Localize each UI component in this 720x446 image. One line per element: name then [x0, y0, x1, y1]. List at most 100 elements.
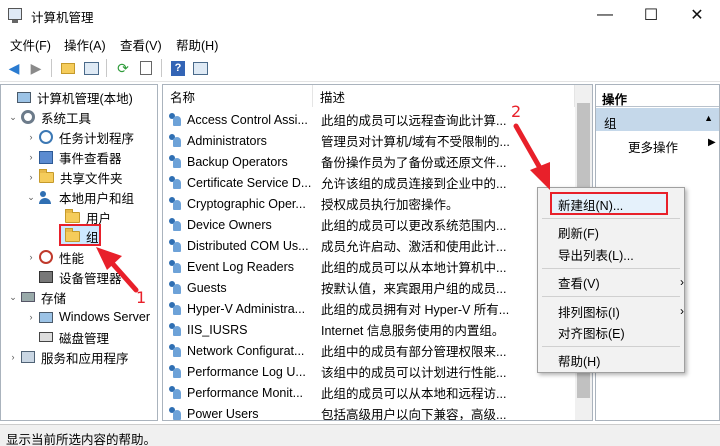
- group-name: Backup Operators: [187, 154, 288, 169]
- help-icon[interactable]: ?: [168, 58, 188, 78]
- table-row[interactable]: Certificate Service D... 允许该组的成员连接到企业中的..…: [163, 172, 506, 193]
- menu-item-refresh[interactable]: 刷新(F): [558, 222, 599, 242]
- menu-help[interactable]: 帮助(H): [176, 35, 218, 54]
- tree-item-storage[interactable]: ⌄ 存储: [7, 287, 66, 307]
- table-row[interactable]: Performance Log U... 该组中的成员可以计划进行性能...: [163, 361, 506, 382]
- group-name: Cryptographic Oper...: [187, 196, 306, 211]
- tree-item-label: Windows Server: [59, 310, 150, 324]
- expand-arrow-icon[interactable]: ›: [7, 352, 19, 362]
- group-name: Distributed COM Us...: [187, 238, 309, 253]
- tree-item-label: 组: [86, 230, 99, 245]
- table-row[interactable]: Device Owners 此组的成员可以更改系统范围内...: [163, 214, 506, 235]
- more-actions-label: 更多操作: [628, 141, 679, 155]
- close-button[interactable]: ✕: [674, 0, 720, 30]
- actions-group-section[interactable]: 组 ▲: [596, 108, 719, 131]
- expand-arrow-icon[interactable]: ›: [25, 252, 37, 262]
- tree-item-label: 性能: [59, 251, 85, 266]
- show-hide-tree-icon[interactable]: [81, 58, 101, 78]
- column-header-description[interactable]: 描述: [313, 85, 575, 107]
- tree-item-shared-folders[interactable]: › 共享文件夹: [25, 167, 123, 187]
- menu-item-view[interactable]: 查看(V) ›: [558, 272, 684, 292]
- menu-item-arrange-icons[interactable]: 排列图标(I) ›: [558, 301, 684, 321]
- submenu-arrow-icon: ›: [680, 304, 684, 318]
- minimize-button[interactable]: —: [582, 0, 628, 30]
- menu-bar: 文件(F) 操作(A) 查看(V) 帮助(H): [0, 31, 720, 53]
- show-hide-action-pane-icon[interactable]: [190, 58, 210, 78]
- menu-item-line-up-icons[interactable]: 对齐图标(E): [558, 322, 625, 342]
- collapse-arrow-icon[interactable]: ⌄: [25, 192, 37, 203]
- group-icon: [167, 343, 183, 358]
- more-actions-item[interactable]: 更多操作 ▶: [628, 137, 716, 156]
- tree-item-label: 用户: [86, 211, 112, 226]
- group-name: Performance Monit...: [187, 385, 304, 400]
- back-icon[interactable]: ◀: [4, 58, 24, 78]
- event-viewer-icon: [39, 150, 53, 164]
- toolbar-separator: [106, 59, 107, 77]
- tree-item-task-scheduler[interactable]: › 任务计划程序: [25, 127, 134, 147]
- tree-item-disk-management[interactable]: 磁盘管理: [25, 327, 109, 347]
- menu-action[interactable]: 操作(A): [64, 35, 106, 54]
- table-row[interactable]: Access Control Assi... 此组的成员可以远程查询此计算...: [163, 109, 506, 130]
- expand-arrow-icon[interactable]: ›: [25, 132, 37, 142]
- group-name: Guests: [187, 280, 227, 295]
- submenu-arrow-icon: ▶: [708, 137, 716, 148]
- export-list-icon[interactable]: [136, 58, 156, 78]
- tree-item-computer-management[interactable]: 计算机管理(本地): [3, 87, 133, 107]
- expand-arrow-icon[interactable]: ›: [25, 172, 37, 182]
- menu-separator: [542, 346, 680, 347]
- expand-arrow-icon[interactable]: ›: [25, 312, 37, 322]
- group-description: 此组的成员可以远程查询此计算...: [321, 114, 507, 128]
- menu-item-export-list[interactable]: 导出列表(L)...: [558, 244, 634, 264]
- tree-item-services-apps[interactable]: › 服务和应用程序: [7, 347, 129, 367]
- group-icon: [167, 175, 183, 190]
- tree-item-groups[interactable]: 组: [51, 226, 99, 246]
- table-row[interactable]: Network Configurat... 此组中的成员有部分管理权限来...: [163, 340, 506, 361]
- computer-management-icon: [8, 8, 22, 23]
- tree-item-event-viewer[interactable]: › 事件查看器: [25, 147, 122, 167]
- collapse-arrow-icon[interactable]: ⌄: [7, 292, 19, 303]
- tools-icon: [21, 110, 35, 124]
- tree-item-windows-server-backup[interactable]: › Windows Server: [25, 307, 151, 327]
- forward-icon[interactable]: ▶: [26, 58, 46, 78]
- table-row[interactable]: Administrators 管理员对计算机/域有不受限制的...: [163, 130, 510, 151]
- group-name: Event Log Readers: [187, 259, 295, 274]
- menu-item-new-group[interactable]: 新建组(N)...: [558, 194, 623, 214]
- group-name: Access Control Assi...: [187, 112, 308, 127]
- tree-item-device-manager[interactable]: 设备管理器: [25, 267, 122, 287]
- tree-item-users[interactable]: 用户: [51, 207, 111, 227]
- table-row[interactable]: IIS_IUSRS Internet 信息服务使用的内置组。: [163, 319, 504, 340]
- table-row[interactable]: Guests 按默认值，来宾跟用户组的成员...: [163, 277, 506, 298]
- menu-item-help[interactable]: 帮助(H): [558, 350, 600, 370]
- table-row[interactable]: Performance Monit... 此组的成员可以从本地和远程访...: [163, 382, 506, 403]
- services-icon: [21, 351, 35, 363]
- collapse-arrow-icon[interactable]: ⌄: [7, 112, 19, 123]
- status-bar: 显示当前所选内容的帮助。: [0, 424, 720, 446]
- menu-file[interactable]: 文件(F): [10, 35, 51, 54]
- table-row[interactable]: Cryptographic Oper... 授权成员执行加密操作。: [163, 193, 459, 214]
- table-row[interactable]: Distributed COM Us... 成员允许启动、激活和使用此计...: [163, 235, 506, 256]
- group-name: IIS_IUSRS: [187, 322, 248, 337]
- console-tree: 计算机管理(本地) ⌄ 系统工具 › 任务计划程序 › 事件查看器 › 共享文件夹 ⌄ 本…: [0, 84, 158, 421]
- table-row[interactable]: Backup Operators 备份操作员为了备份或还原文件...: [163, 151, 506, 172]
- group-icon: [167, 154, 183, 169]
- group-name: Administrators: [187, 133, 267, 148]
- tree-item-performance[interactable]: › 性能: [25, 247, 84, 267]
- tree-item-local-users-groups[interactable]: ⌄ 本地用户和组: [25, 187, 134, 207]
- table-row[interactable]: Hyper-V Administra... 此组的成员拥有对 Hyper-V 所有…: [163, 298, 509, 319]
- menu-separator: [542, 218, 680, 219]
- table-row[interactable]: Power Users 包括高级用户以向下兼容，高级...: [163, 403, 506, 420]
- computer-icon: [17, 91, 31, 103]
- group-name: Hyper-V Administra...: [187, 301, 306, 316]
- group-icon: [167, 259, 183, 274]
- menu-view[interactable]: 查看(V): [120, 35, 162, 54]
- column-header-name[interactable]: 名称: [163, 85, 313, 107]
- refresh-icon[interactable]: ⟳: [113, 58, 133, 78]
- tree-item-system-tools[interactable]: ⌄ 系统工具: [7, 107, 91, 127]
- up-folder-icon[interactable]: [58, 58, 78, 78]
- expand-arrow-icon[interactable]: ›: [25, 152, 37, 162]
- table-row[interactable]: Event Log Readers 此组的成员可以从本地计算机中...: [163, 256, 506, 277]
- collapse-up-icon[interactable]: ▲: [704, 113, 713, 123]
- maximize-button[interactable]: ☐: [628, 0, 674, 30]
- tree-item-label: 计算机管理(本地): [37, 91, 133, 106]
- group-icon: [167, 322, 183, 337]
